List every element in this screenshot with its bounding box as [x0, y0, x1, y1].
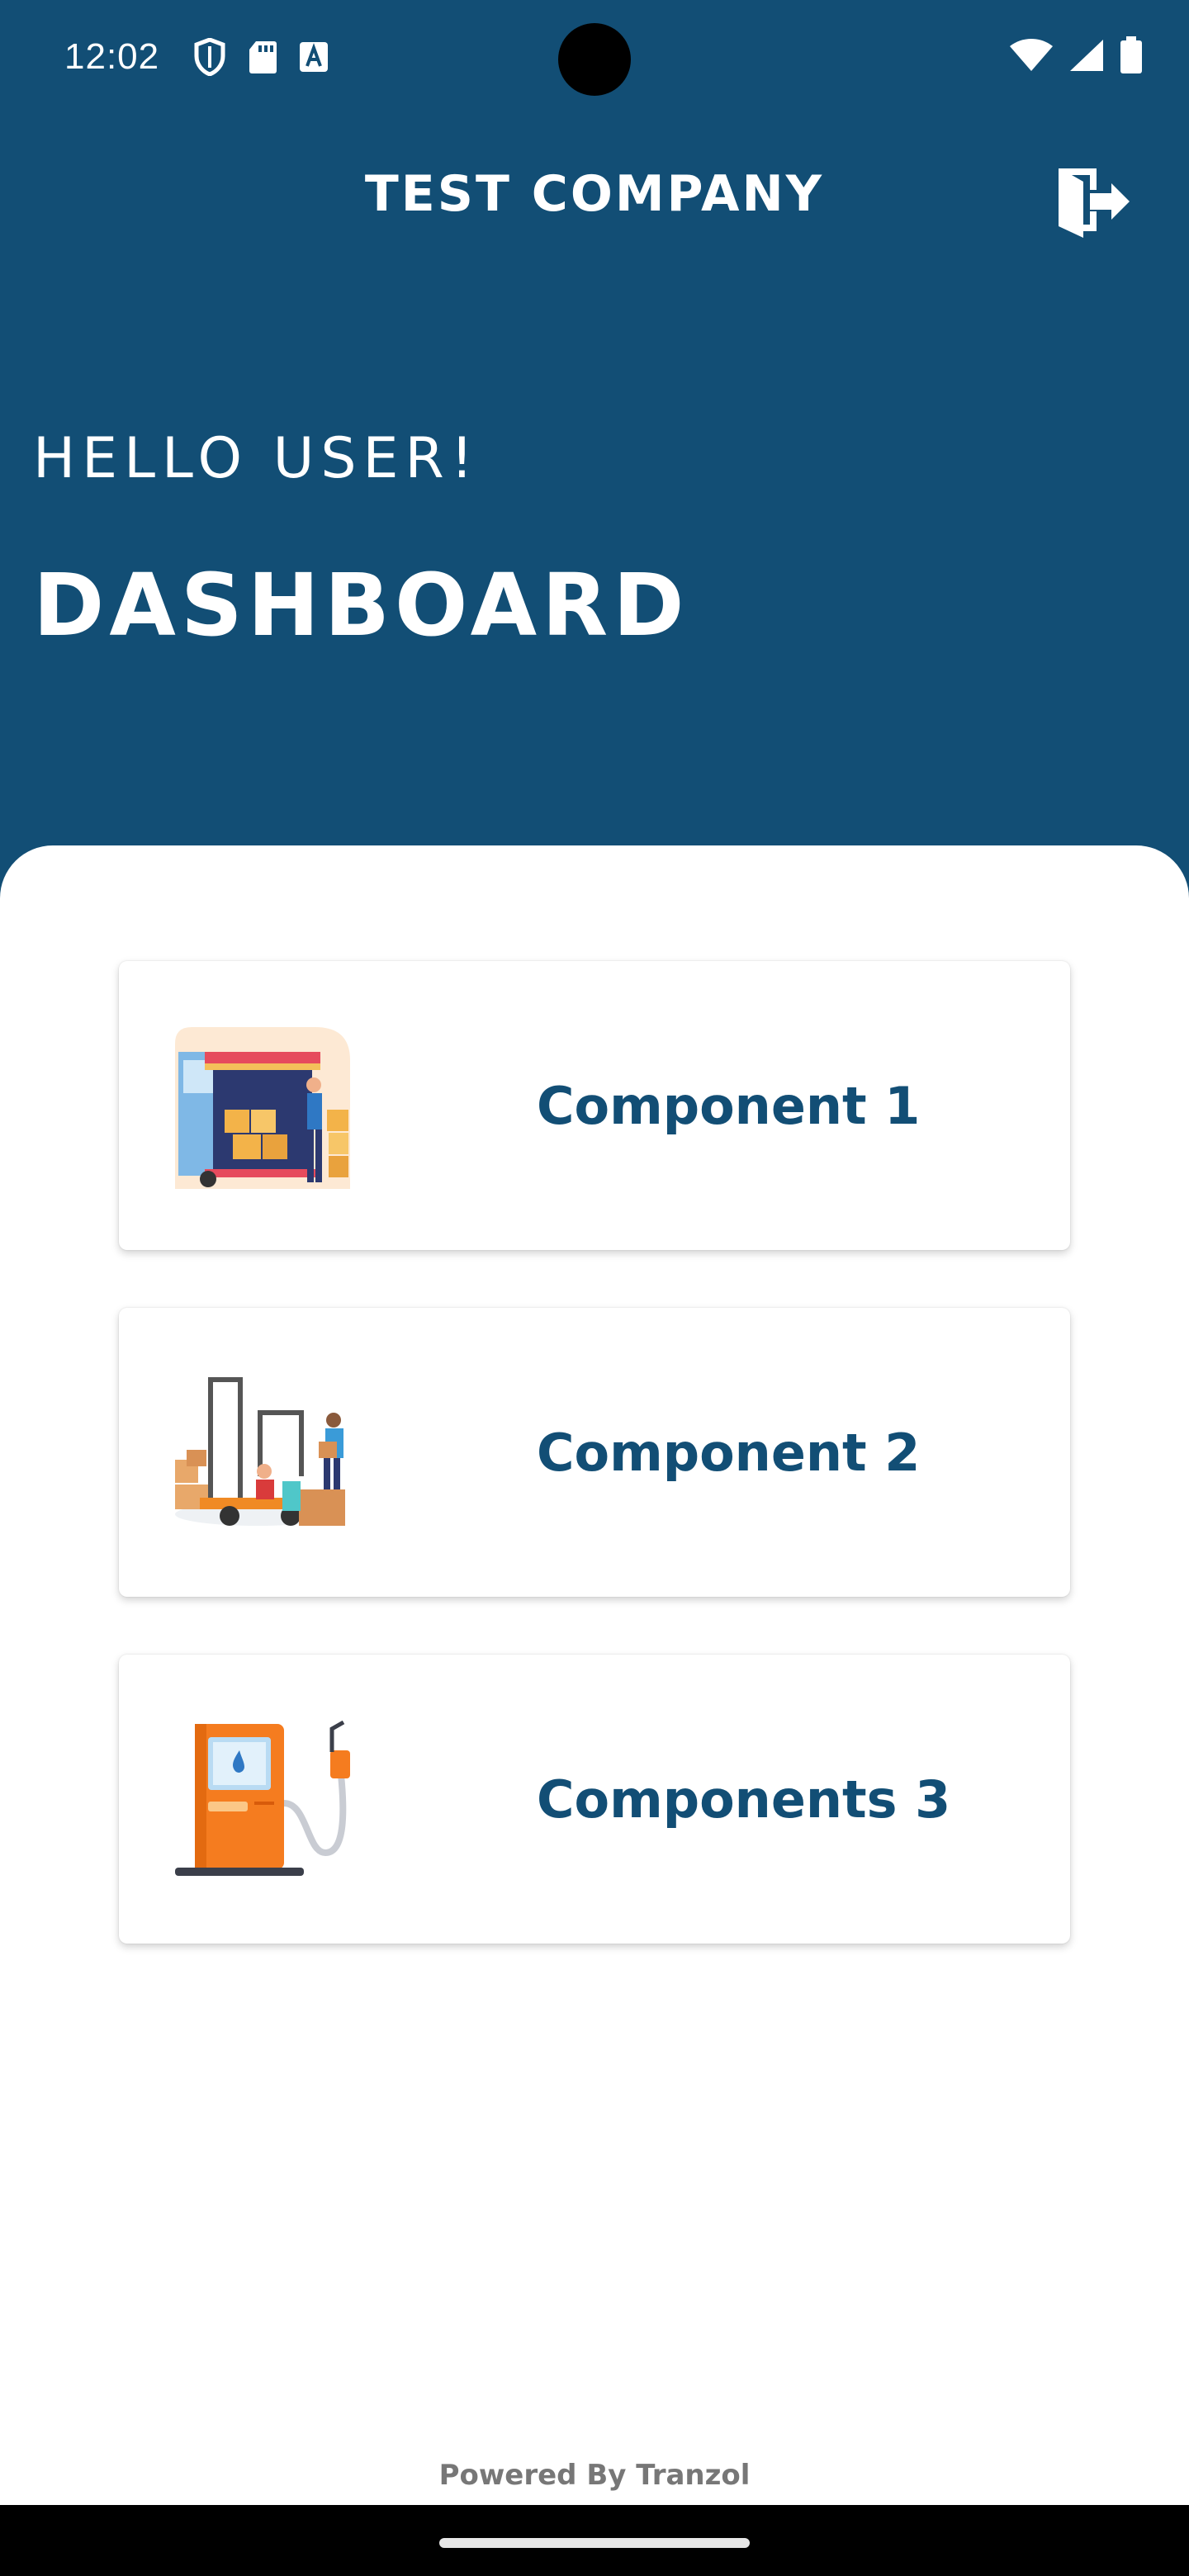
- greeting-text: HELLO USER!: [33, 426, 480, 491]
- page-title: DASHBOARD: [33, 555, 689, 656]
- component-1-card[interactable]: Component 1: [119, 961, 1070, 1250]
- wifi-icon: [1009, 38, 1054, 77]
- front-camera: [558, 23, 631, 96]
- font-icon: [299, 41, 329, 77]
- sd-card-icon: [248, 40, 277, 78]
- component-2-card[interactable]: Component 2: [119, 1308, 1070, 1597]
- logout-door-icon: [1054, 168, 1133, 244]
- signal-icon: [1068, 38, 1105, 77]
- shield-icon: [193, 37, 226, 80]
- delivery-truck-illustration: [175, 1027, 350, 1189]
- status-bar: 12:02: [0, 0, 1189, 116]
- fuel-pump-illustration: [175, 1720, 350, 1882]
- status-icons-right: [1009, 36, 1143, 78]
- logout-button[interactable]: [1054, 162, 1133, 241]
- status-time: 12:02: [64, 36, 160, 77]
- component-2-label: Component 2: [537, 1422, 921, 1483]
- company-name: TEST COMPANY: [364, 165, 825, 223]
- component-3-label: Components 3: [537, 1769, 951, 1830]
- component-3-card[interactable]: Components 3: [119, 1655, 1070, 1944]
- component-1-label: Component 1: [537, 1075, 921, 1136]
- forklift-warehouse-illustration: [175, 1374, 350, 1536]
- battery-icon: [1120, 36, 1143, 78]
- status-icons-left: [193, 37, 329, 80]
- home-indicator[interactable]: [439, 2538, 750, 2548]
- powered-by-footer: Powered By Tranzol: [438, 2459, 751, 2492]
